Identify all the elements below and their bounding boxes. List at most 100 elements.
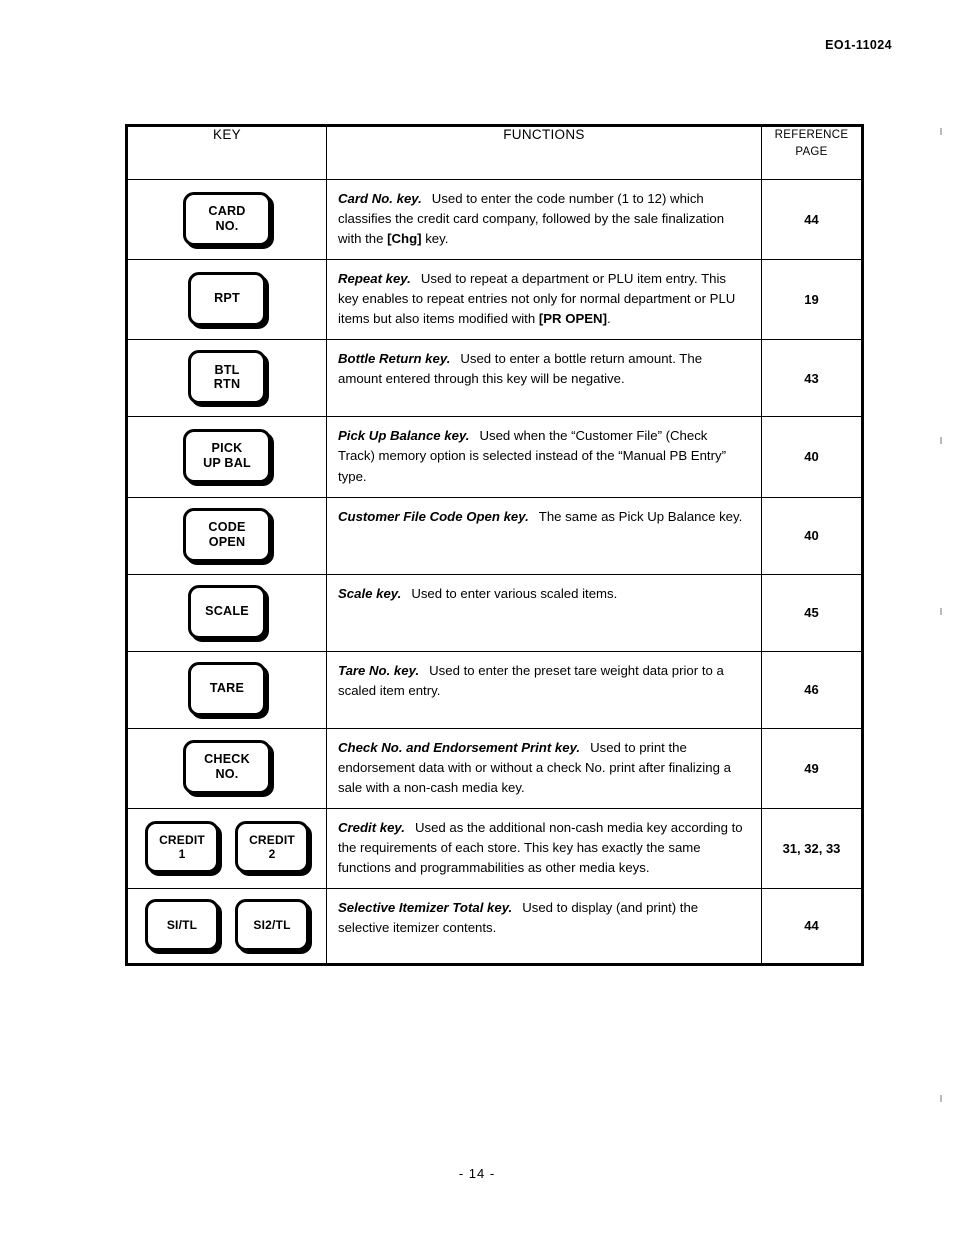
keycap: SI/TL <box>145 898 219 951</box>
table-row: PICK UP BAL Pick Up Balance key. Used when … <box>126 416 863 498</box>
function-lead-in: Selective Itemizer Total key. <box>338 899 513 915</box>
function-description-cell: Pick Up Balance key. Used when the “Custo… <box>326 416 762 498</box>
function-lead-in: Tare No. key. <box>338 662 420 678</box>
keycap: CODE OPEN <box>183 507 271 562</box>
scan-speckle <box>940 128 942 135</box>
table-body: CARD NO. Card No. key. Used to enter the co… <box>126 178 863 965</box>
column-header-reference-page: REFERENCE PAGE <box>761 125 863 180</box>
keycap: BTL RTN <box>188 350 266 405</box>
reference-page-cell: 19 <box>761 259 863 341</box>
keycap-label: CARD NO. <box>208 204 245 234</box>
column-header-reference-line2: PAGE <box>795 146 828 159</box>
keycap-label: RPT <box>214 291 240 306</box>
table-header: KEY FUNCTIONS REFERENCE PAGE <box>126 125 863 180</box>
keycap-label: PICK UP BAL <box>203 441 251 471</box>
keycap-label: SI/TL <box>167 918 197 932</box>
keycap-group: SCALE <box>132 584 322 639</box>
keycap-label-line: SCALE <box>205 604 249 619</box>
function-lead-in: Credit key. <box>338 819 405 835</box>
function-lead-in: Customer File Code Open key. <box>338 508 529 524</box>
keycap-label-line: CARD <box>208 203 246 218</box>
keycap-label: CREDIT 1 <box>159 833 205 861</box>
reference-page-cell: 45 <box>761 573 863 652</box>
table-row: TARE Tare No. key. Used to enter the prese… <box>126 650 863 729</box>
function-body-key-token: [PR OPEN] <box>538 311 607 327</box>
keycap-group: CARD NO. <box>132 191 322 246</box>
key-functions-table: KEY FUNCTIONS REFERENCE PAGE CARD NO. Card… <box>125 124 864 966</box>
function-description-cell: Repeat key. Used to repeat a department o… <box>326 259 762 341</box>
keycap: CARD NO. <box>183 191 271 246</box>
keycap-label-line: RPT <box>214 291 240 306</box>
reference-page-cell: 44 <box>761 887 863 965</box>
keycap-label: CHECK NO. <box>204 752 250 782</box>
key-cell: SI/TL SI2/TL <box>126 887 327 965</box>
keycap-label: SI2/TL <box>253 918 290 932</box>
keycap-group: CODE OPEN <box>132 507 322 562</box>
keycap: CREDIT 2 <box>235 821 309 874</box>
function-lead-in: Check No. and Endorsement Print key. <box>338 739 581 755</box>
function-description-cell: Selective Itemizer Total key. Used to dis… <box>326 887 762 965</box>
keycap-label-line: CREDIT <box>159 833 205 848</box>
scan-speckle <box>940 1095 942 1102</box>
reference-page-cell: 44 <box>761 178 863 261</box>
keycap-group: RPT <box>132 271 322 326</box>
keycap-label-line: NO. <box>215 767 239 782</box>
keycap-label-line: CREDIT <box>249 833 295 848</box>
function-lead-in: Repeat key. <box>338 271 411 287</box>
keycap-group: BTL RTN <box>132 350 322 405</box>
keycap-label-line: BTL <box>214 362 240 377</box>
function-body-text: Used to enter various scaled items. <box>411 585 618 601</box>
reference-page-cell: 43 <box>761 339 863 418</box>
key-cell: CODE OPEN <box>126 496 327 575</box>
keycap-label: CREDIT 2 <box>249 833 295 861</box>
keycap-group: SI/TL SI2/TL <box>132 898 322 951</box>
keycap-label-line: 2 <box>268 847 276 862</box>
keycap: PICK UP BAL <box>183 428 271 483</box>
table-row: CHECK NO. Check No. and Endorsement Print … <box>126 727 863 809</box>
reference-page-cell: 40 <box>761 416 863 498</box>
keycap-group: PICK UP BAL <box>132 428 322 483</box>
table-row: CARD NO. Card No. key. Used to enter the co… <box>126 178 863 261</box>
function-lead-in: Scale key. <box>338 585 402 601</box>
reference-page-cell: 46 <box>761 650 863 729</box>
keycap-group: TARE <box>132 661 322 716</box>
keycap-label-line: 1 <box>178 847 186 862</box>
keycap-group: CHECK NO. <box>132 740 322 795</box>
table-row: BTL RTN Bottle Return key. Used to enter a … <box>126 339 863 418</box>
keycap-label: CODE OPEN <box>208 520 245 550</box>
function-body-text: The same as Pick Up Balance key. <box>538 508 743 524</box>
function-description-cell: Tare No. key. Used to enter the preset ta… <box>326 650 762 729</box>
key-cell: SCALE <box>126 573 327 652</box>
table-row: RPT Repeat key. Used to repeat a departmen… <box>126 259 863 341</box>
function-description-cell: Customer File Code Open key. The same as … <box>326 496 762 575</box>
reference-page-cell: 49 <box>761 727 863 809</box>
function-description-cell: Check No. and Endorsement Print key. Used… <box>326 727 762 809</box>
document-page: EO1-11024 KEY FUNCTIONS REFERENCE PAGE C… <box>0 0 954 1241</box>
key-cell: RPT <box>126 259 327 341</box>
function-lead-in: Bottle Return key. <box>338 351 451 367</box>
page-number: - 14 - <box>458 1166 496 1181</box>
scan-speckle <box>940 437 942 444</box>
reference-page-cell: 40 <box>761 496 863 575</box>
function-body-text-tail: key. <box>421 231 449 247</box>
table-header-row: KEY FUNCTIONS REFERENCE PAGE <box>126 125 863 180</box>
keycap-label: BTL RTN <box>214 363 240 393</box>
function-description-cell: Card No. key. Used to enter the code numb… <box>326 178 762 261</box>
table-row: SCALE Scale key. Used to enter various sca… <box>126 573 863 652</box>
keycap-label-line: OPEN <box>208 534 246 549</box>
key-cell: PICK UP BAL <box>126 416 327 498</box>
reference-page-cell: 31, 32, 33 <box>761 807 863 889</box>
keycap-label-line: RTN <box>213 377 241 392</box>
keycap-label: TARE <box>210 681 244 696</box>
key-cell: BTL RTN <box>126 339 327 418</box>
keycap: RPT <box>188 271 266 326</box>
function-description-cell: Scale key. Used to enter various scaled i… <box>326 573 762 652</box>
key-cell: CHECK NO. <box>126 727 327 809</box>
function-body-text-tail: . <box>606 311 611 327</box>
keycap-label-line: CODE <box>208 519 246 534</box>
table-row: CREDIT 1 CREDIT 2 Credit key. Used as the add… <box>126 807 863 889</box>
keycap-label-line: SI2/TL <box>253 917 291 932</box>
keycap-label-line: PICK <box>211 441 243 456</box>
column-header-functions: FUNCTIONS <box>326 125 762 180</box>
keycap: SCALE <box>188 584 266 639</box>
